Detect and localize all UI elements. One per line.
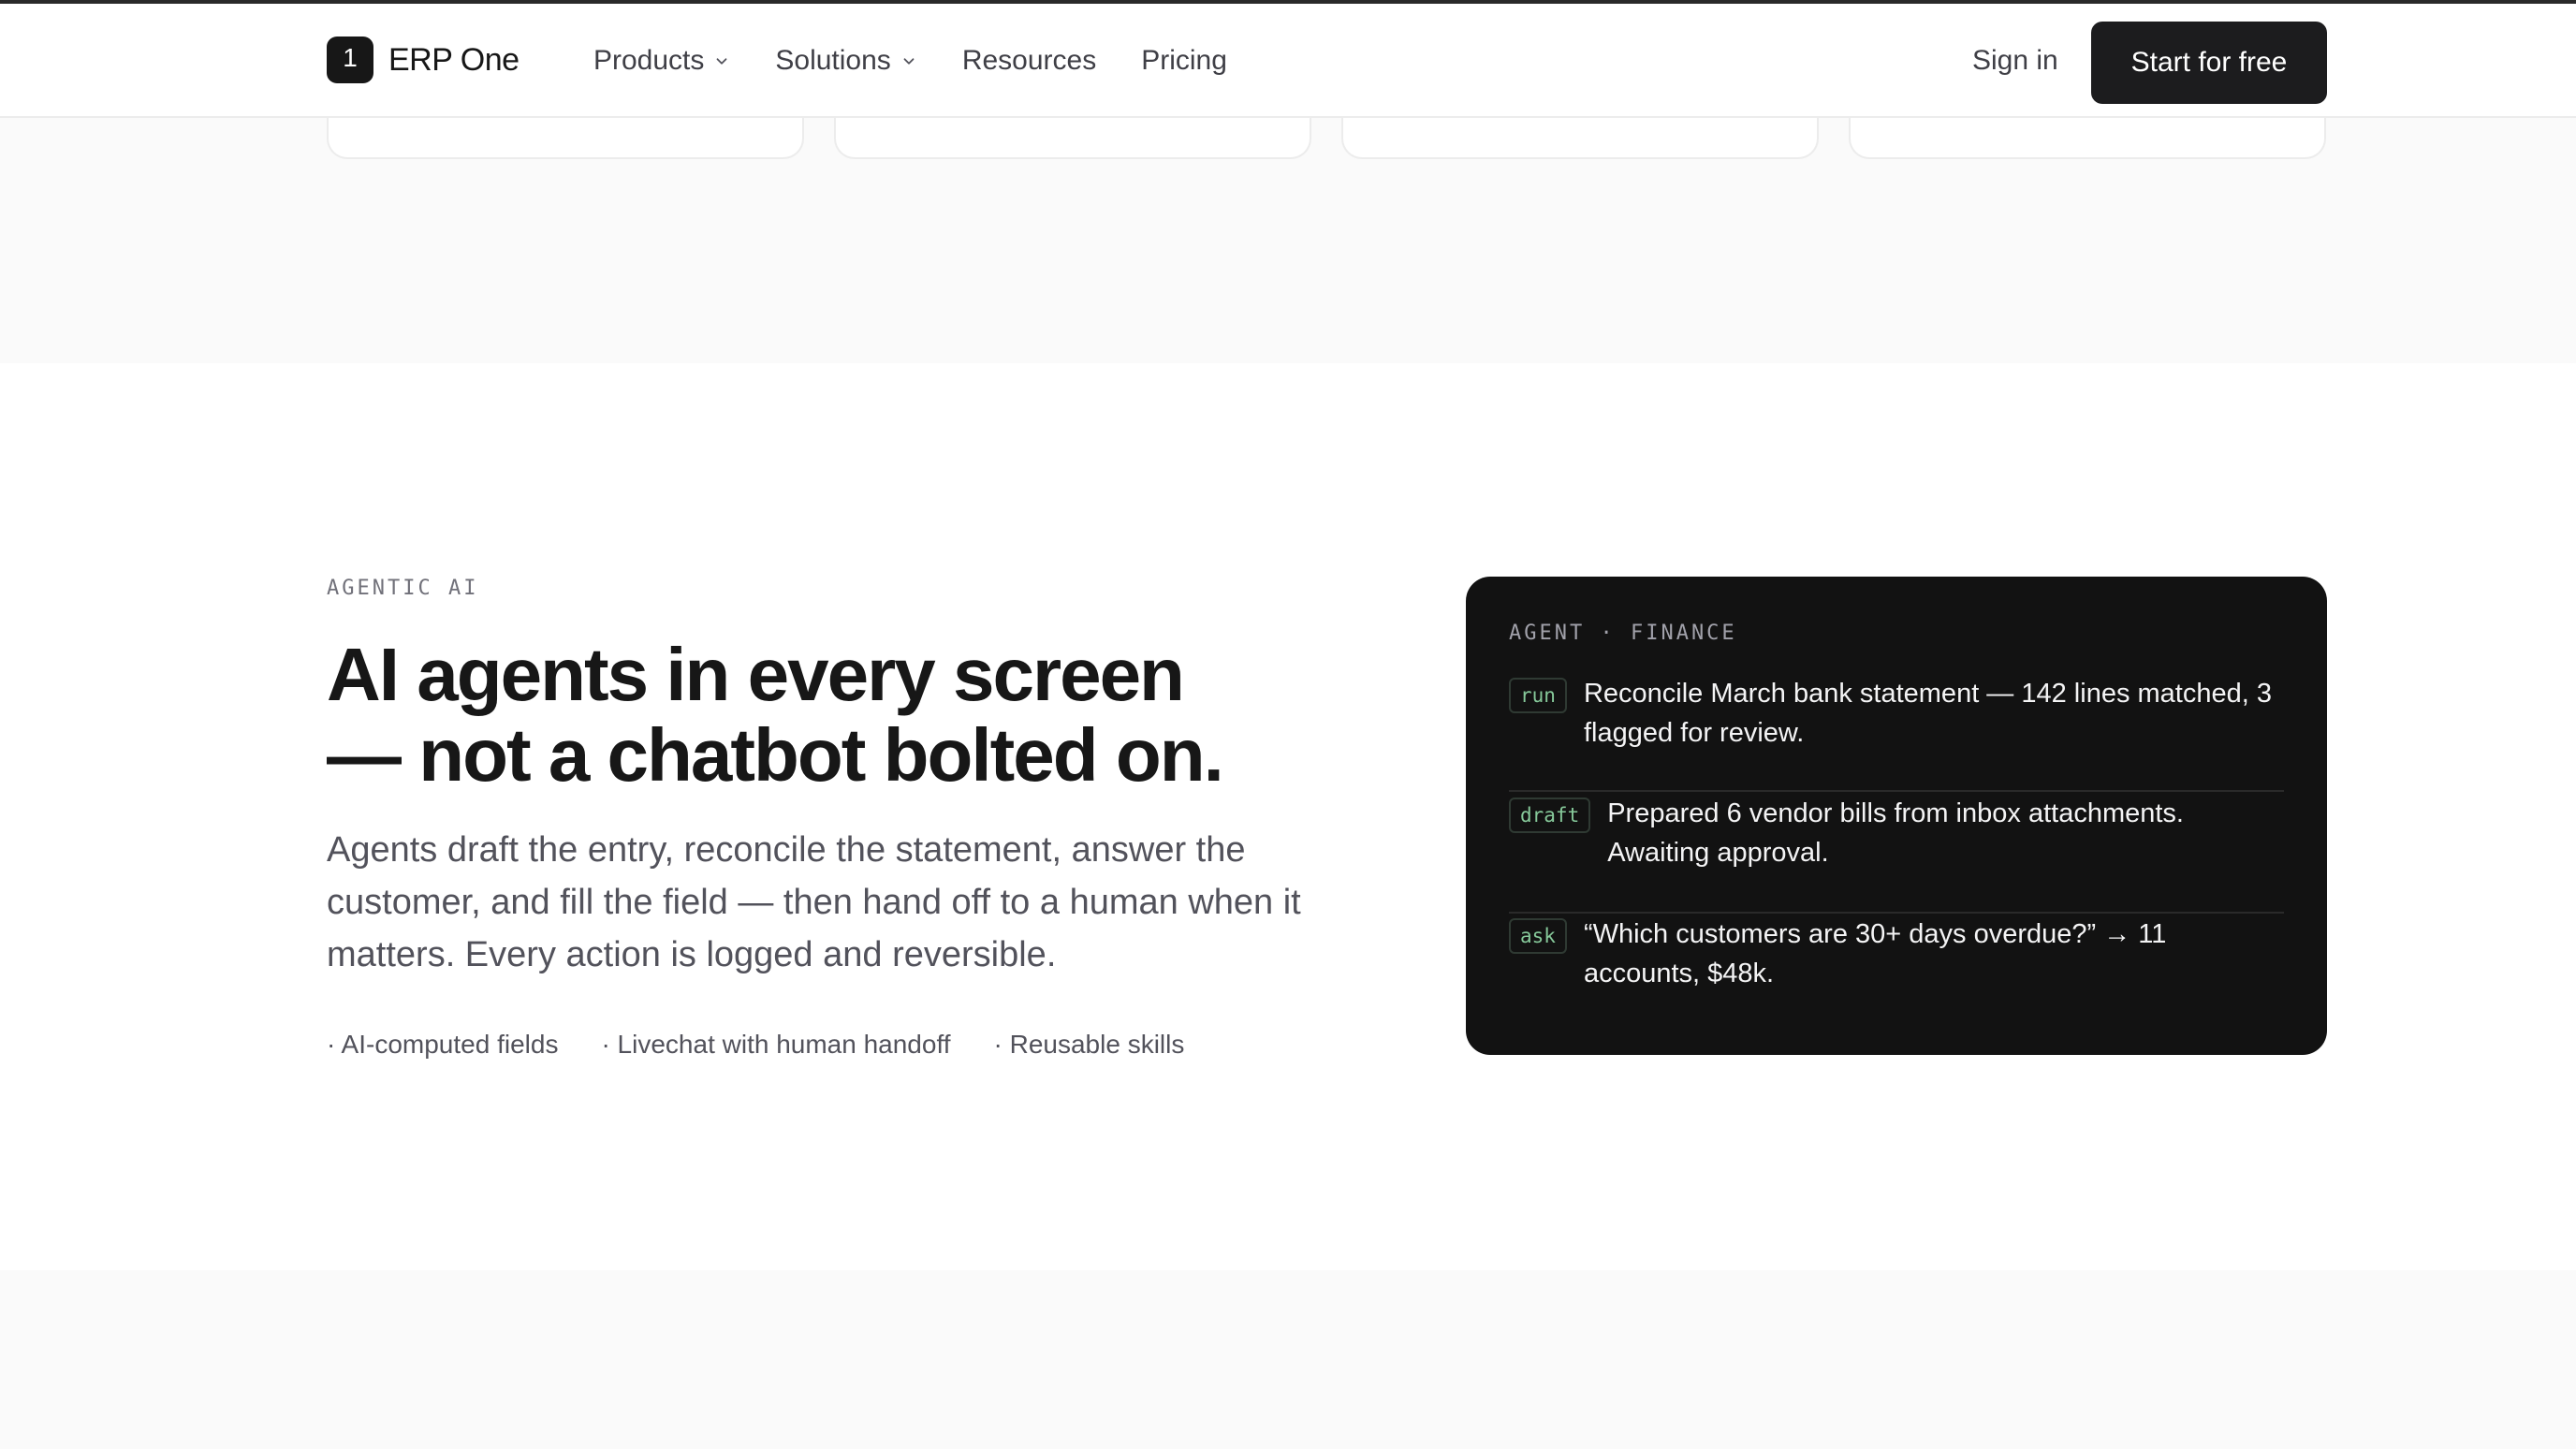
- headline-line-1: AI agents in every screen: [327, 633, 1185, 716]
- headline-line-2: — not a chatbot bolted on.: [327, 713, 1224, 797]
- activity-text: Prepared 6 vendor bills from inbox attac…: [1607, 798, 2184, 868]
- sign-in-link[interactable]: Sign in: [1972, 45, 2058, 77]
- page: 1 ERP One Products Solutions Resources P…: [0, 0, 2576, 1449]
- main-nav: Products Solutions Resources Pricing: [593, 45, 1272, 77]
- nav-resources[interactable]: Resources: [962, 45, 1096, 77]
- agent-activity-panel: AGENT · FINANCE run Reconcile March bank…: [1466, 577, 2327, 1055]
- activity-text: “Which customers are 30+ days overdue?” …: [1583, 919, 2167, 988]
- feature-item: · AI-computed fields: [327, 1030, 559, 1059]
- activity-text: Reconcile March bank statement — 142 lin…: [1583, 679, 2272, 748]
- logo-link[interactable]: 1 ERP One: [327, 37, 520, 83]
- start-for-free-button[interactable]: Start for free: [2091, 22, 2327, 104]
- agent-activity-row: ask “Which customers are 30+ days overdu…: [1509, 915, 2284, 1008]
- nav-solutions[interactable]: Solutions: [775, 45, 916, 77]
- panel-title: AGENT · FINANCE: [1509, 622, 1737, 645]
- nav-products[interactable]: Products: [593, 45, 730, 77]
- feature-item: · Reusable skills: [993, 1030, 1185, 1059]
- section-lead: Agents draft the entry, reconcile the st…: [327, 830, 1301, 974]
- nav-solutions-label: Solutions: [775, 45, 891, 76]
- feature-list: · AI-computed fields · Livechat with hum…: [327, 1030, 1184, 1060]
- section-headline: AI agents in every screen — not a chatbo…: [327, 635, 1403, 796]
- activity-tag: ask: [1509, 918, 1567, 954]
- logo-text: ERP One: [388, 41, 520, 78]
- nav-pricing[interactable]: Pricing: [1141, 45, 1227, 77]
- nav-pricing-label: Pricing: [1141, 45, 1227, 76]
- site-header: 1 ERP One Products Solutions Resources P…: [0, 4, 2576, 118]
- activity-tag: draft: [1509, 798, 1591, 833]
- feature-item: · Livechat with human handoff: [601, 1030, 951, 1059]
- agentic-ai-section: AGENTIC AI AI agents in every screen — n…: [0, 363, 2576, 1270]
- activity-tag: run: [1509, 678, 1567, 713]
- chevron-down-icon: [903, 58, 915, 65]
- logo-mark-icon: 1: [327, 37, 373, 83]
- agent-activity-row: run Reconcile March bank statement — 142…: [1509, 674, 2284, 792]
- agent-activity-row: draft Prepared 6 vendor bills from inbox…: [1509, 794, 2284, 914]
- nav-resources-label: Resources: [961, 45, 1097, 76]
- nav-products-label: Products: [593, 45, 705, 76]
- chevron-down-icon: [716, 58, 727, 65]
- section-eyebrow: AGENTIC AI: [327, 577, 479, 600]
